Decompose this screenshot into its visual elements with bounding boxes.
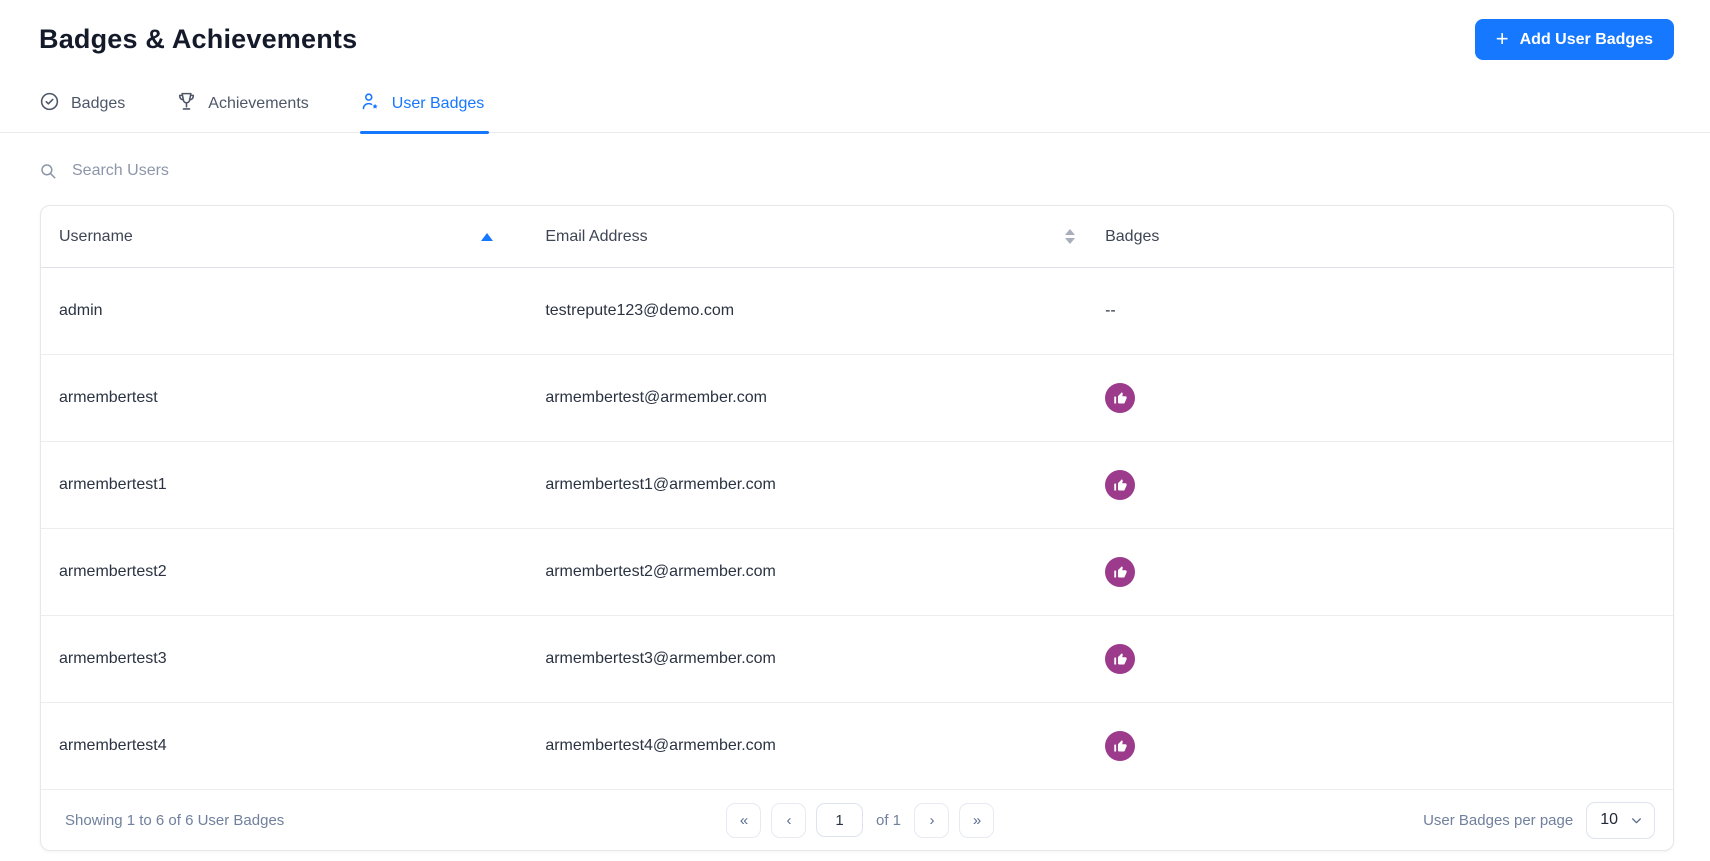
per-page-label: User Badges per page — [1423, 812, 1573, 829]
tab-achievements[interactable]: Achievements — [176, 91, 314, 132]
trophy-icon — [176, 91, 197, 117]
sort-both-icon[interactable] — [1065, 229, 1075, 244]
tab-badges[interactable]: Badges — [39, 91, 130, 132]
username-cell: armembertest3 — [41, 650, 527, 668]
search-icon — [39, 162, 57, 180]
add-user-badges-label: Add User Badges — [1520, 31, 1653, 49]
page-title: Badges & Achievements — [39, 24, 357, 55]
badges-cell — [1087, 644, 1673, 674]
email-cell: armembertest3@armember.com — [527, 650, 1087, 668]
email-cell: testrepute123@demo.com — [527, 302, 1087, 320]
last-page-button[interactable]: » — [959, 803, 994, 838]
table-header-row: Username Email Address Badges — [41, 206, 1673, 268]
column-header-badges: Badges — [1087, 228, 1673, 246]
next-page-button[interactable]: › — [914, 803, 949, 838]
table-row: armembertest3 armembertest3@armember.com — [41, 616, 1673, 703]
username-cell: armembertest2 — [41, 563, 527, 581]
table-footer: Showing 1 to 6 of 6 User Badges « ‹ of 1… — [41, 790, 1673, 850]
tab-bar: Badges Achievements User Badges — [0, 91, 1710, 133]
page-number-input[interactable] — [816, 803, 863, 837]
badge-check-icon — [39, 91, 60, 117]
user-badge-icon — [360, 91, 381, 117]
results-summary: Showing 1 to 6 of 6 User Badges — [65, 812, 726, 829]
prev-page-button[interactable]: ‹ — [771, 803, 806, 838]
table-row: armembertest1 armembertest1@armember.com — [41, 442, 1673, 529]
column-header-email[interactable]: Email Address — [527, 228, 1087, 246]
table-row: armembertest4 armembertest4@armember.com — [41, 703, 1673, 790]
badges-cell — [1087, 470, 1673, 500]
username-cell: armembertest1 — [41, 476, 527, 494]
thumbs-up-badge-icon — [1105, 557, 1135, 587]
plus-icon: + — [1496, 28, 1509, 50]
thumbs-up-badge-icon — [1105, 383, 1135, 413]
per-page-value: 10 — [1600, 811, 1618, 829]
top-bar: Badges & Achievements + Add User Badges — [0, 0, 1710, 60]
tab-badges-label: Badges — [71, 95, 125, 113]
column-header-username[interactable]: Username — [41, 228, 527, 246]
search-bar — [0, 161, 1710, 181]
tab-achievements-label: Achievements — [208, 95, 309, 113]
pagination: « ‹ of 1 › » — [726, 803, 994, 838]
badges-cell — [1087, 731, 1673, 761]
badges-cell — [1087, 557, 1673, 587]
badges-cell — [1087, 383, 1673, 413]
username-cell: armembertest4 — [41, 737, 527, 755]
username-cell: armembertest — [41, 389, 527, 407]
search-input[interactable] — [70, 161, 550, 181]
table-body: admin testrepute123@demo.com -- armember… — [41, 268, 1673, 790]
user-badges-table: Username Email Address Badges admin test… — [40, 205, 1674, 851]
thumbs-up-badge-icon — [1105, 644, 1135, 674]
table-row: armembertest2 armembertest2@armember.com — [41, 529, 1673, 616]
tab-user-badges[interactable]: User Badges — [360, 91, 490, 132]
thumbs-up-badge-icon — [1105, 470, 1135, 500]
table-row: admin testrepute123@demo.com -- — [41, 268, 1673, 355]
tab-user-badges-label: User Badges — [392, 95, 485, 113]
thumbs-up-badge-icon — [1105, 731, 1135, 761]
email-cell: armembertest4@armember.com — [527, 737, 1087, 755]
email-cell: armembertest2@armember.com — [527, 563, 1087, 581]
username-cell: admin — [41, 302, 527, 320]
email-cell: armembertest@armember.com — [527, 389, 1087, 407]
add-user-badges-button[interactable]: + Add User Badges — [1475, 19, 1674, 60]
email-cell: armembertest1@armember.com — [527, 476, 1087, 494]
first-page-button[interactable]: « — [726, 803, 761, 838]
badges-cell: -- — [1087, 302, 1673, 320]
sort-asc-icon[interactable] — [481, 233, 493, 241]
table-row: armembertest armembertest@armember.com — [41, 355, 1673, 442]
per-page-select[interactable]: 10 — [1586, 802, 1655, 839]
chevron-down-icon — [1630, 814, 1643, 827]
page-of-label: of 1 — [876, 812, 901, 829]
